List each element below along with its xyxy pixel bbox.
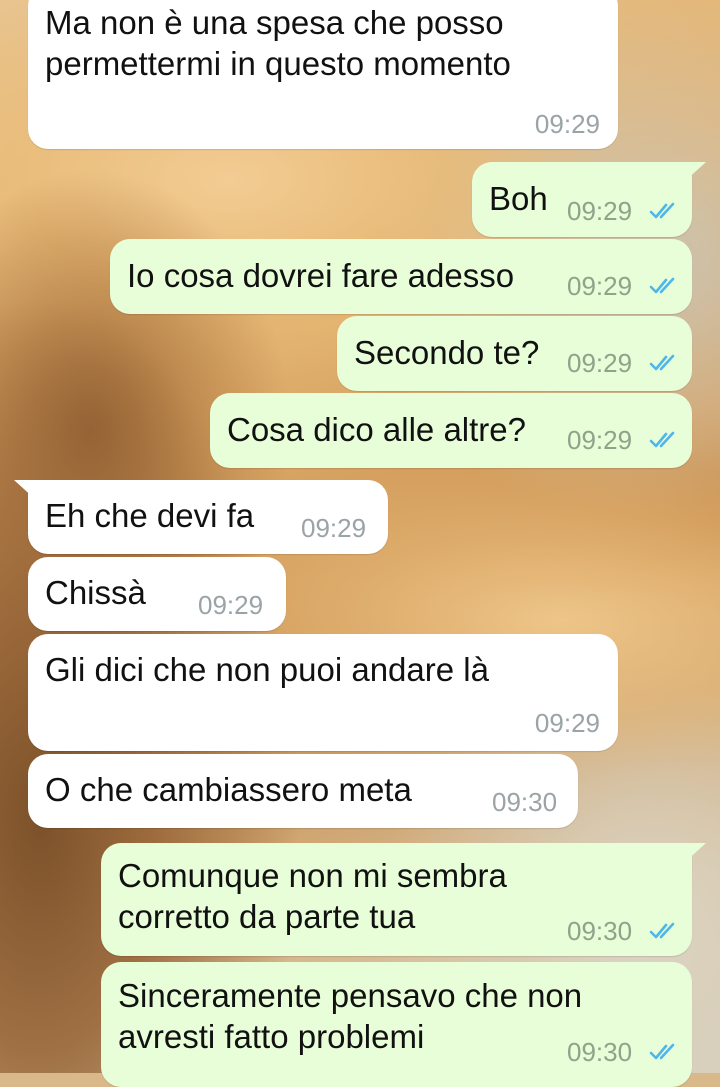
message-bubble-incoming[interactable]: Ma non è una spesa che posso permettermi…	[28, 0, 618, 149]
message-text: Comunque non mi sembra corretto da parte…	[118, 857, 507, 935]
read-double-check-icon	[649, 354, 675, 371]
message-bubble-incoming[interactable]: Eh che devi fa 09:29	[14, 480, 388, 554]
message-bubble-outgoing[interactable]: Boh 09:29	[472, 162, 706, 237]
message-text: Eh che devi fa	[45, 497, 255, 534]
message-time: 09:29	[567, 425, 633, 455]
message-text: Gli dici che non puoi andare là	[45, 651, 489, 688]
read-double-check-icon	[649, 922, 675, 939]
message-text: Boh	[489, 180, 548, 217]
message-time: 09:29	[534, 109, 600, 139]
message-text: Sinceramente pensavo che non avresti fat…	[118, 977, 583, 1055]
message-time: 09:29	[301, 513, 367, 543]
message-time: 09:30	[492, 787, 558, 817]
message-bubble-incoming[interactable]: Gli dici che non puoi andare là 09:29	[28, 634, 618, 751]
message-time: 09:29	[567, 348, 633, 378]
message-bubble-outgoing[interactable]: Secondo te? 09:29	[337, 316, 692, 391]
message-text: Cosa dico alle altre?	[227, 411, 526, 448]
message-bubble-incoming[interactable]: O che cambiassero meta 09:30	[28, 754, 578, 828]
message-time: 09:29	[198, 590, 264, 620]
read-double-check-icon	[649, 277, 675, 294]
message-text: Io cosa dovrei fare adesso	[127, 257, 515, 294]
message-time: 09:29	[567, 196, 633, 226]
message-bubble-outgoing[interactable]: Io cosa dovrei fare adesso 09:29	[110, 239, 692, 314]
message-time: 09:30	[567, 916, 633, 946]
read-double-check-icon	[649, 202, 675, 219]
message-time: 09:29	[567, 271, 633, 301]
read-double-check-icon	[649, 431, 675, 448]
message-text: Secondo te?	[354, 334, 540, 371]
message-bubble-outgoing[interactable]: Cosa dico alle altre? 09:29	[210, 393, 692, 468]
message-text: O che cambiassero meta	[45, 771, 412, 808]
message-text: Ma non è una spesa che posso permettermi…	[45, 4, 511, 82]
message-time: 09:30	[567, 1037, 633, 1067]
message-bubble-outgoing[interactable]: Sinceramente pensavo che non avresti fat…	[101, 962, 692, 1087]
message-time: 09:29	[534, 708, 600, 738]
message-text: Chissà	[45, 574, 146, 611]
message-list[interactable]: Ma non è una spesa che posso permettermi…	[0, 0, 720, 1087]
message-bubble-incoming[interactable]: Chissà 09:29	[28, 557, 286, 631]
read-double-check-icon	[649, 1043, 675, 1060]
message-bubble-outgoing[interactable]: Comunque non mi sembra corretto da parte…	[101, 843, 706, 956]
